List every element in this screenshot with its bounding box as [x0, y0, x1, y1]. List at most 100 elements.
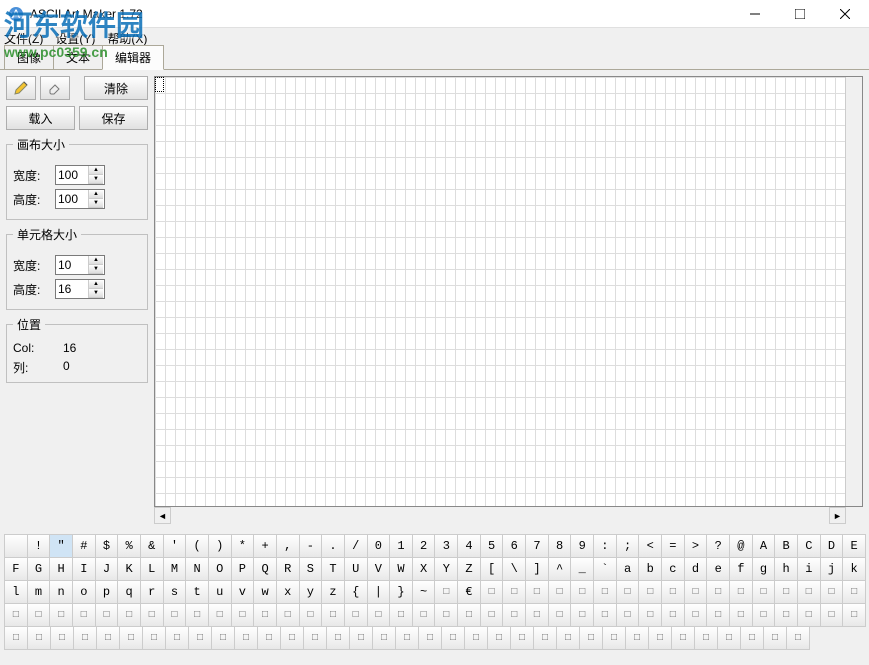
- load-button[interactable]: 载入: [6, 106, 75, 130]
- palette-char[interactable]: 5: [480, 534, 504, 558]
- menu-file[interactable]: 文件(Z): [4, 30, 43, 47]
- palette-char[interactable]: [706, 580, 730, 604]
- palette-char[interactable]: [786, 626, 810, 650]
- cell-height-input[interactable]: [56, 282, 88, 296]
- palette-char[interactable]: b: [638, 557, 662, 581]
- palette-char[interactable]: [4, 603, 28, 627]
- palette-char[interactable]: &: [140, 534, 164, 558]
- palette-char[interactable]: [820, 580, 844, 604]
- palette-char[interactable]: [119, 626, 143, 650]
- palette-char[interactable]: [96, 626, 120, 650]
- palette-char[interactable]: 6: [502, 534, 526, 558]
- palette-char[interactable]: [163, 603, 187, 627]
- palette-char[interactable]: [367, 603, 391, 627]
- eraser-tool-button[interactable]: [40, 76, 70, 100]
- palette-char[interactable]: [434, 603, 458, 627]
- palette-char[interactable]: Y: [434, 557, 458, 581]
- palette-char[interactable]: ]: [525, 557, 549, 581]
- palette-char[interactable]: ': [163, 534, 187, 558]
- cell-width-input[interactable]: [56, 258, 88, 272]
- palette-char[interactable]: {: [344, 580, 368, 604]
- palette-char[interactable]: s: [163, 580, 187, 604]
- palette-char[interactable]: v: [231, 580, 255, 604]
- palette-char[interactable]: [593, 580, 617, 604]
- palette-char[interactable]: [510, 626, 534, 650]
- palette-char[interactable]: E: [842, 534, 866, 558]
- palette-char[interactable]: [625, 626, 649, 650]
- palette-char[interactable]: [548, 603, 572, 627]
- palette-char[interactable]: A: [752, 534, 776, 558]
- palette-char[interactable]: [487, 626, 511, 650]
- palette-char[interactable]: [480, 580, 504, 604]
- palette-char[interactable]: [616, 603, 640, 627]
- palette-char[interactable]: [299, 603, 323, 627]
- tab-editor[interactable]: 编辑器: [102, 45, 164, 70]
- palette-char[interactable]: !: [27, 534, 51, 558]
- palette-char[interactable]: [231, 603, 255, 627]
- palette-char[interactable]: ^: [548, 557, 572, 581]
- palette-char[interactable]: 1: [389, 534, 413, 558]
- menu-settings[interactable]: 设置(Y): [55, 30, 95, 47]
- save-button[interactable]: 保存: [79, 106, 148, 130]
- clear-button[interactable]: 清除: [84, 76, 148, 100]
- palette-char[interactable]: 2: [412, 534, 436, 558]
- palette-char[interactable]: [441, 626, 465, 650]
- palette-char[interactable]: [797, 580, 821, 604]
- palette-char[interactable]: [502, 603, 526, 627]
- palette-char[interactable]: 7: [525, 534, 549, 558]
- palette-char[interactable]: [50, 626, 74, 650]
- spin-up-icon[interactable]: ▲: [89, 166, 103, 175]
- palette-char[interactable]: Q: [253, 557, 277, 581]
- palette-char[interactable]: D: [820, 534, 844, 558]
- palette-char[interactable]: [602, 626, 626, 650]
- palette-char[interactable]: f: [729, 557, 753, 581]
- palette-char[interactable]: :: [593, 534, 617, 558]
- palette-char[interactable]: T: [321, 557, 345, 581]
- palette-char[interactable]: [211, 626, 235, 650]
- palette-char[interactable]: C: [797, 534, 821, 558]
- palette-char[interactable]: ,: [276, 534, 300, 558]
- palette-char[interactable]: [525, 603, 549, 627]
- palette-char[interactable]: M: [163, 557, 187, 581]
- palette-char[interactable]: H: [49, 557, 73, 581]
- palette-char[interactable]: [842, 580, 866, 604]
- canvas-height-input[interactable]: [56, 192, 88, 206]
- palette-char[interactable]: [464, 626, 488, 650]
- palette-char[interactable]: #: [72, 534, 96, 558]
- palette-char[interactable]: [774, 580, 798, 604]
- palette-char[interactable]: [774, 603, 798, 627]
- palette-char[interactable]: k: [842, 557, 866, 581]
- horizontal-scrollbar[interactable]: ◄ ►: [154, 507, 863, 524]
- palette-char[interactable]: .: [321, 534, 345, 558]
- palette-char[interactable]: [525, 580, 549, 604]
- palette-char[interactable]: B: [774, 534, 798, 558]
- palette-char[interactable]: x: [276, 580, 300, 604]
- palette-char[interactable]: [740, 626, 764, 650]
- palette-char[interactable]: [372, 626, 396, 650]
- palette-char[interactable]: [661, 603, 685, 627]
- palette-char[interactable]: |: [367, 580, 391, 604]
- palette-char[interactable]: z: [321, 580, 345, 604]
- spin-up-icon[interactable]: ▲: [89, 190, 103, 199]
- palette-char[interactable]: [4, 534, 28, 558]
- palette-char[interactable]: n: [49, 580, 73, 604]
- vertical-scrollbar[interactable]: [845, 77, 862, 506]
- palette-char[interactable]: [556, 626, 580, 650]
- palette-char[interactable]: j: [820, 557, 844, 581]
- palette-char[interactable]: [257, 626, 281, 650]
- palette-char[interactable]: m: [27, 580, 51, 604]
- pencil-tool-button[interactable]: [6, 76, 36, 100]
- palette-char[interactable]: i: [797, 557, 821, 581]
- palette-char[interactable]: W: [389, 557, 413, 581]
- palette-char[interactable]: [638, 580, 662, 604]
- palette-char[interactable]: [684, 580, 708, 604]
- palette-char[interactable]: [321, 603, 345, 627]
- palette-char[interactable]: O: [208, 557, 232, 581]
- palette-char[interactable]: [570, 603, 594, 627]
- palette-char[interactable]: I: [72, 557, 96, 581]
- palette-char[interactable]: G: [27, 557, 51, 581]
- palette-char[interactable]: [4, 626, 28, 650]
- palette-char[interactable]: X: [412, 557, 436, 581]
- palette-char[interactable]: [142, 626, 166, 650]
- palette-char[interactable]: [165, 626, 189, 650]
